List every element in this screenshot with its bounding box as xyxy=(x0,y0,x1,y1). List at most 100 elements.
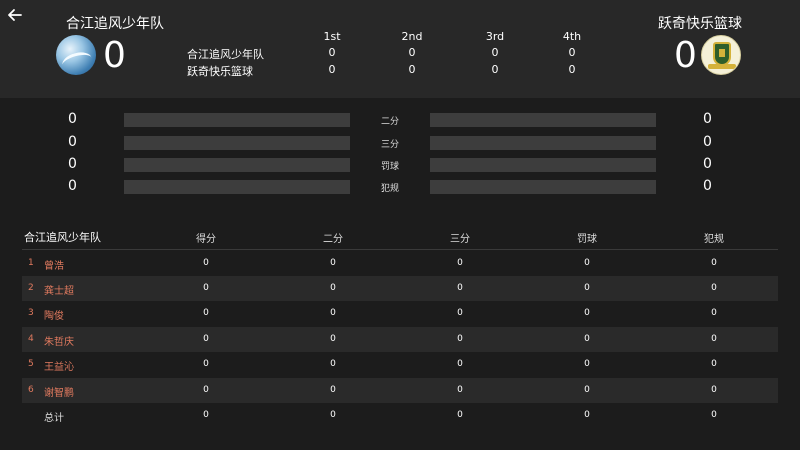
total-cell: 0 xyxy=(711,410,717,420)
stat-row-three-point: 0 三分 0 xyxy=(0,133,800,153)
quarter-score: 0 xyxy=(328,46,336,59)
player-row[interactable]: 3 陶俊 0 0 0 0 0 xyxy=(22,301,778,326)
quarter-label-1: 1st xyxy=(323,30,341,43)
home-stat-value: 0 xyxy=(68,178,77,194)
quarter-score: 0 xyxy=(491,63,499,76)
player-number: 6 xyxy=(28,385,34,395)
away-stat-value: 0 xyxy=(703,156,712,172)
away-stat-value: 0 xyxy=(703,134,712,150)
stat-cell: 0 xyxy=(203,258,209,268)
column-header-two-point: 二分 xyxy=(323,234,343,245)
stat-cell: 0 xyxy=(330,359,336,369)
total-cell: 0 xyxy=(203,410,209,420)
stat-cell: 0 xyxy=(330,385,336,395)
player-row[interactable]: 4 朱哲庆 0 0 0 0 0 xyxy=(22,327,778,352)
total-row: 总计 0 0 0 0 0 xyxy=(22,403,778,428)
player-row[interactable]: 5 王益沁 0 0 0 0 0 xyxy=(22,352,778,377)
stat-label: 二分 xyxy=(380,117,399,127)
stat-cell: 0 xyxy=(584,308,590,318)
quarter-score: 0 xyxy=(568,63,576,76)
stat-cell: 0 xyxy=(457,258,463,268)
player-name[interactable]: 谢智鹏 xyxy=(44,384,74,399)
home-team-logo-icon xyxy=(56,35,96,75)
stat-cell: 0 xyxy=(457,359,463,369)
player-number: 4 xyxy=(28,334,34,344)
quarter-row-home-team: 合江追风少年队 xyxy=(187,48,264,61)
quarter-score: 0 xyxy=(408,63,416,76)
player-name[interactable]: 曾浩 xyxy=(44,257,64,272)
stat-cell: 0 xyxy=(711,308,717,318)
stat-cell: 0 xyxy=(584,283,590,293)
player-name[interactable]: 陶俊 xyxy=(44,307,64,322)
player-number: 2 xyxy=(28,283,34,293)
column-header-points: 得分 xyxy=(196,234,216,245)
player-row[interactable]: 6 谢智鹏 0 0 0 0 0 xyxy=(22,378,778,403)
stat-cell: 0 xyxy=(203,385,209,395)
quarter-label-4: 4th xyxy=(562,30,582,43)
stat-cell: 0 xyxy=(203,359,209,369)
away-stat-bar xyxy=(430,180,656,194)
player-number: 3 xyxy=(28,308,34,318)
total-cell: 0 xyxy=(584,410,590,420)
player-row[interactable]: 1 曾浩 0 0 0 0 0 xyxy=(22,251,778,276)
stat-cell: 0 xyxy=(711,283,717,293)
stat-cell: 0 xyxy=(330,258,336,268)
home-stat-bar xyxy=(124,158,350,172)
quarter-score: 0 xyxy=(328,63,336,76)
home-score: 0 xyxy=(103,35,126,76)
stat-cell: 0 xyxy=(457,308,463,318)
stat-cell: 0 xyxy=(203,283,209,293)
quarter-score: 0 xyxy=(408,46,416,59)
back-arrow-icon[interactable] xyxy=(6,6,24,24)
home-stat-bar xyxy=(124,113,350,127)
quarter-score: 0 xyxy=(568,46,576,59)
stat-label: 三分 xyxy=(380,140,399,150)
player-table-header: 合江追风少年队 得分 二分 三分 罚球 犯规 xyxy=(22,224,778,250)
quarter-score: 0 xyxy=(491,46,499,59)
stat-row-fouls: 0 犯规 0 xyxy=(0,177,800,197)
stat-cell: 0 xyxy=(457,334,463,344)
stat-cell: 0 xyxy=(711,258,717,268)
home-stat-value: 0 xyxy=(68,111,77,127)
stat-row-free-throw: 0 罚球 0 xyxy=(0,155,800,175)
stat-cell: 0 xyxy=(203,308,209,318)
column-header-free-throw: 罚球 xyxy=(577,234,597,245)
away-stat-value: 0 xyxy=(703,111,712,127)
away-stat-bar xyxy=(430,113,656,127)
stat-label: 罚球 xyxy=(380,162,399,172)
scoreboard-header: 合江追风少年队 跃奇快乐篮球 0 0 1st 2nd 3rd 4th 合江追风少… xyxy=(0,0,800,98)
away-stat-value: 0 xyxy=(703,178,712,194)
total-cell: 0 xyxy=(330,410,336,420)
stat-cell: 0 xyxy=(457,385,463,395)
player-name[interactable]: 龚士超 xyxy=(44,282,74,297)
player-number: 1 xyxy=(28,258,34,268)
column-header-fouls: 犯规 xyxy=(704,234,724,245)
stat-cell: 0 xyxy=(584,334,590,344)
stat-cell: 0 xyxy=(584,359,590,369)
player-name[interactable]: 王益沁 xyxy=(44,358,74,373)
stat-cell: 0 xyxy=(711,334,717,344)
player-number: 5 xyxy=(28,359,34,369)
player-name[interactable]: 朱哲庆 xyxy=(44,333,74,348)
home-stat-value: 0 xyxy=(68,134,77,150)
quarter-label-2: 2nd xyxy=(401,30,423,43)
away-stat-bar xyxy=(430,158,656,172)
home-stat-value: 0 xyxy=(68,156,77,172)
total-cell: 0 xyxy=(457,410,463,420)
away-score: 0 xyxy=(674,35,697,76)
stat-cell: 0 xyxy=(584,385,590,395)
stat-cell: 0 xyxy=(711,385,717,395)
away-stat-bar xyxy=(430,136,656,150)
stat-cell: 0 xyxy=(203,334,209,344)
away-team-logo-icon xyxy=(701,35,741,75)
quarter-label-3: 3rd xyxy=(485,30,505,43)
stat-cell: 0 xyxy=(711,359,717,369)
stat-cell: 0 xyxy=(330,283,336,293)
player-table-team-name: 合江追风少年队 xyxy=(24,231,101,244)
stat-label: 犯规 xyxy=(380,184,399,194)
column-header-three-point: 三分 xyxy=(450,234,470,245)
player-row[interactable]: 2 龚士超 0 0 0 0 0 xyxy=(22,276,778,301)
home-team-name: 合江追风少年队 xyxy=(66,16,164,32)
quarter-row-away-team: 跃奇快乐篮球 xyxy=(187,65,253,78)
away-team-name: 跃奇快乐篮球 xyxy=(658,16,742,32)
